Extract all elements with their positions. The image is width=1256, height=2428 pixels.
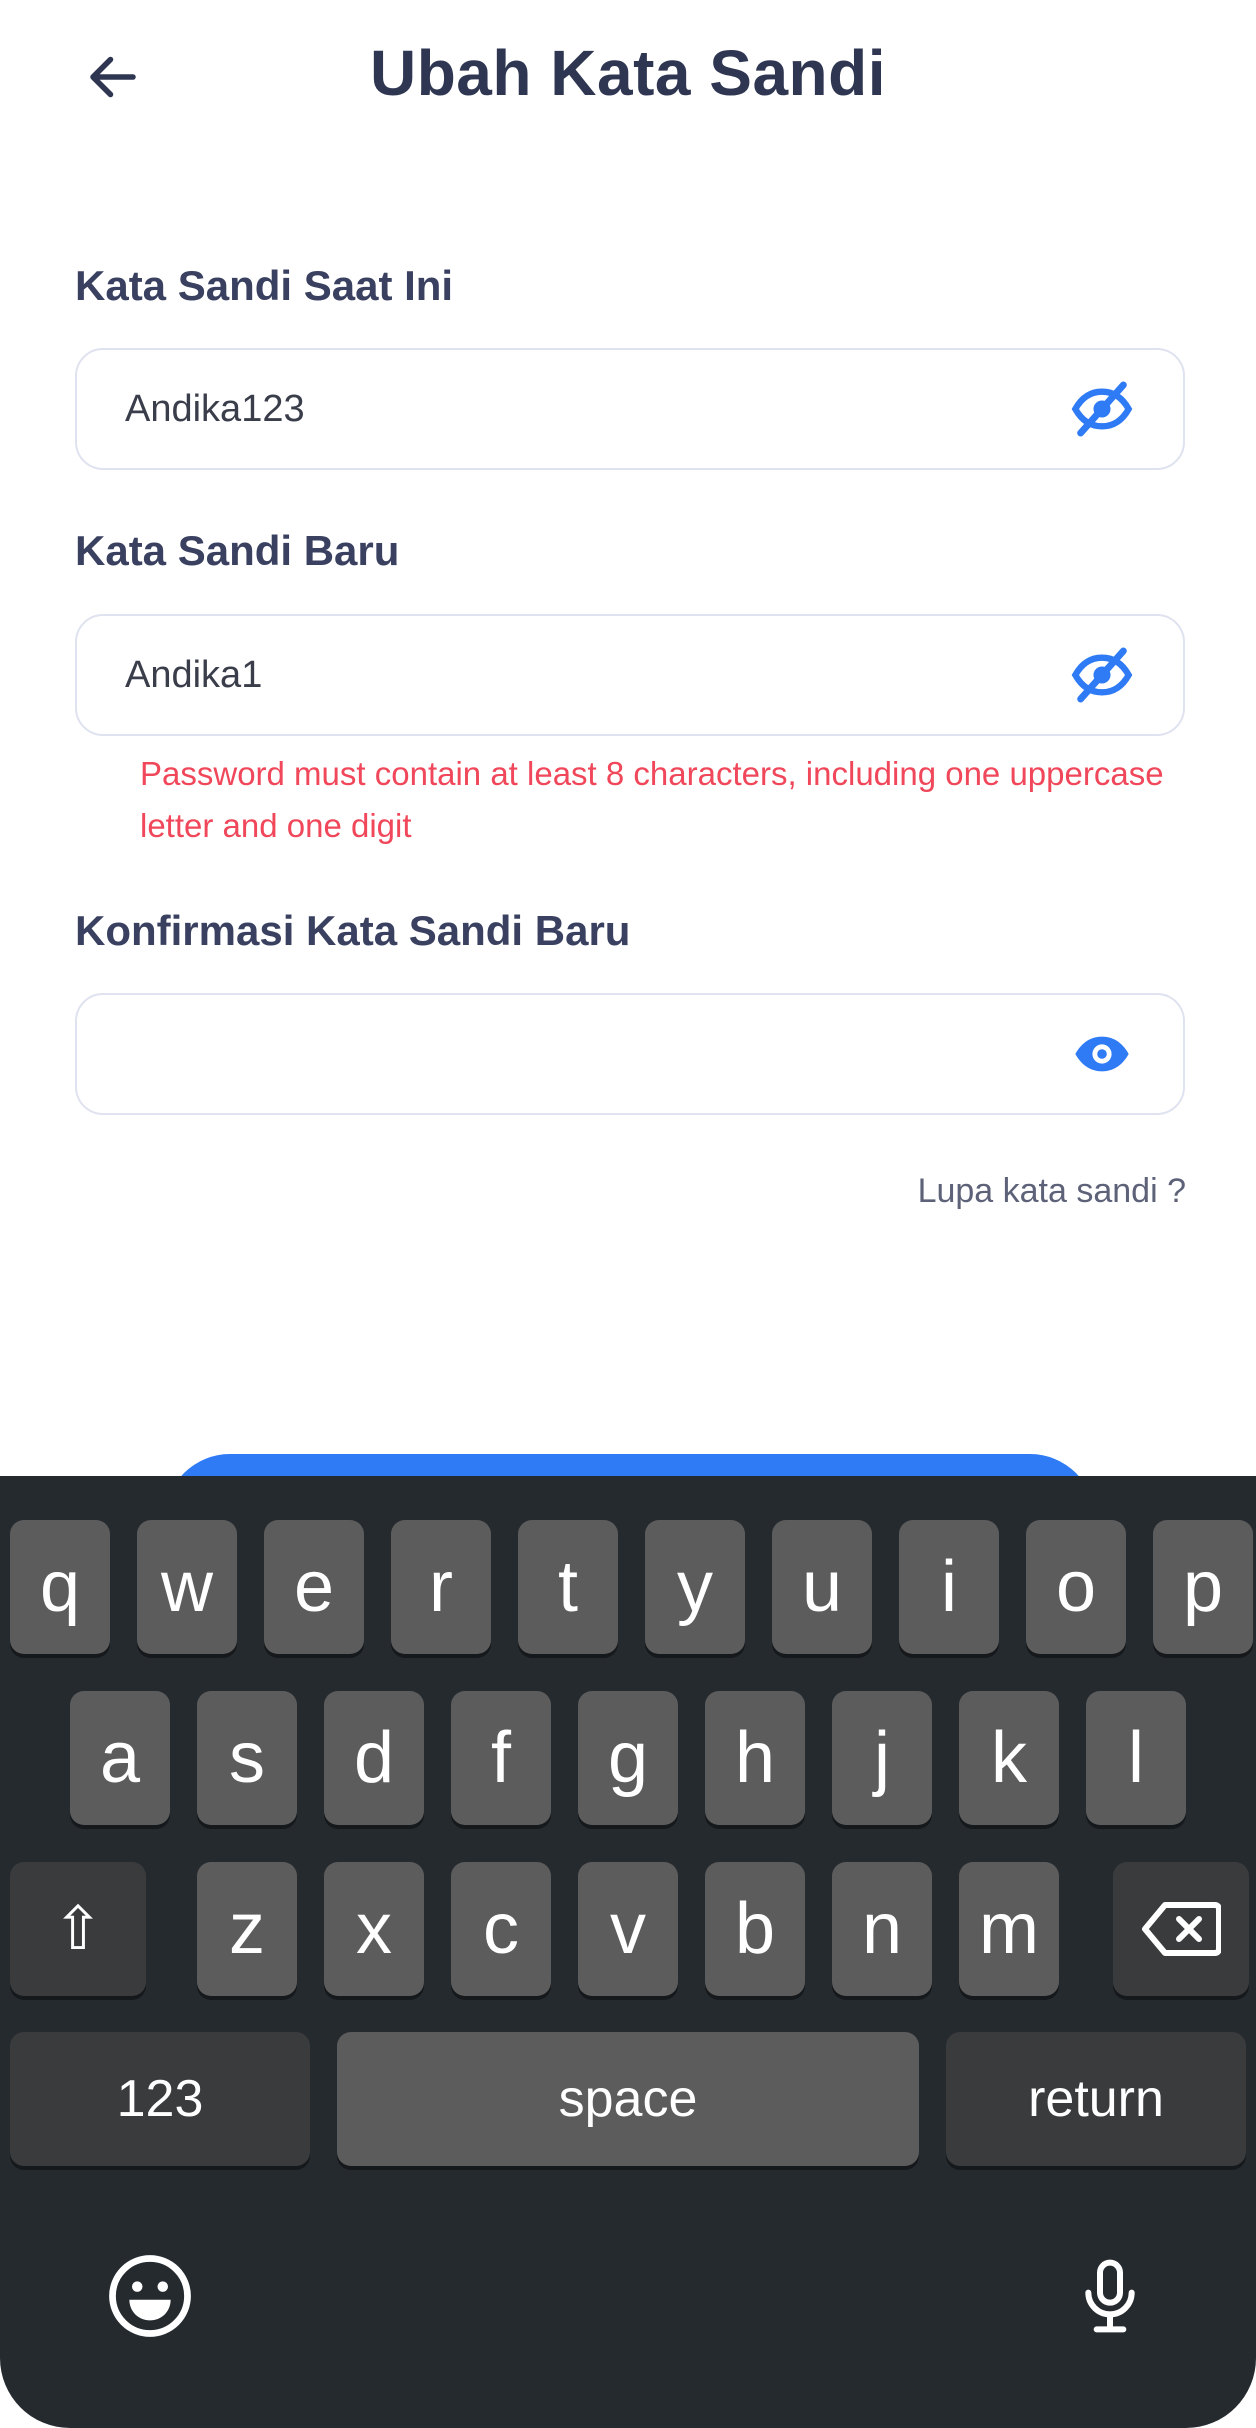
key-d[interactable]: d bbox=[324, 1691, 424, 1825]
new-password-error: Password must contain at least 8 charact… bbox=[140, 755, 1164, 844]
on-screen-keyboard: qwertyuiop asdfghjkl zxcvbnm ⇧ 123 space… bbox=[0, 1476, 1256, 2428]
key-o[interactable]: o bbox=[1026, 1520, 1126, 1654]
key-v[interactable]: v bbox=[578, 1862, 678, 1996]
key-k[interactable]: k bbox=[959, 1691, 1059, 1825]
emoji-button[interactable] bbox=[100, 2246, 200, 2346]
key-j[interactable]: j bbox=[832, 1691, 932, 1825]
toggle-new-visibility-button[interactable] bbox=[1067, 640, 1137, 710]
confirm-password-input[interactable] bbox=[77, 995, 977, 1113]
key-t[interactable]: t bbox=[518, 1520, 618, 1654]
key-n[interactable]: n bbox=[832, 1862, 932, 1996]
eye-off-icon bbox=[1071, 647, 1133, 703]
key-f[interactable]: f bbox=[451, 1691, 551, 1825]
key-l[interactable]: l bbox=[1086, 1691, 1186, 1825]
key-w[interactable]: w bbox=[137, 1520, 237, 1654]
key-z[interactable]: z bbox=[197, 1862, 297, 1996]
backspace-key[interactable] bbox=[1113, 1862, 1249, 1996]
backspace-icon bbox=[1142, 1902, 1221, 1956]
space-key[interactable]: space bbox=[337, 2032, 919, 2166]
confirm-password-field[interactable] bbox=[75, 993, 1185, 1115]
change-password-screen: Ubah Kata Sandi Kata Sandi Saat Ini Kata… bbox=[0, 0, 1256, 2428]
key-h[interactable]: h bbox=[705, 1691, 805, 1825]
key-r[interactable]: r bbox=[391, 1520, 491, 1654]
new-password-input[interactable] bbox=[77, 616, 977, 734]
return-key[interactable]: return bbox=[946, 2032, 1246, 2166]
current-password-label: Kata Sandi Saat Ini bbox=[75, 262, 454, 309]
shift-icon: ⇧ bbox=[52, 1895, 104, 1962]
key-a[interactable]: a bbox=[70, 1691, 170, 1825]
microphone-icon bbox=[1085, 2259, 1135, 2333]
key-x[interactable]: x bbox=[324, 1862, 424, 1996]
key-m[interactable]: m bbox=[959, 1862, 1059, 1996]
shift-key[interactable]: ⇧ bbox=[10, 1862, 146, 1996]
key-e[interactable]: e bbox=[264, 1520, 364, 1654]
toggle-current-visibility-button[interactable] bbox=[1067, 374, 1137, 444]
microphone-button[interactable] bbox=[1060, 2246, 1160, 2346]
forgot-password-link[interactable]: Lupa kata sandi ? bbox=[918, 1172, 1186, 1211]
current-password-field[interactable] bbox=[75, 348, 1185, 470]
new-password-label: Kata Sandi Baru bbox=[75, 527, 400, 574]
confirm-password-label: Konfirmasi Kata Sandi Baru bbox=[75, 907, 631, 954]
key-s[interactable]: s bbox=[197, 1691, 297, 1825]
key-q[interactable]: q bbox=[10, 1520, 110, 1654]
key-p[interactable]: p bbox=[1153, 1520, 1253, 1654]
page-title: Ubah Kata Sandi bbox=[369, 37, 887, 109]
key-g[interactable]: g bbox=[578, 1691, 678, 1825]
key-i[interactable]: i bbox=[899, 1520, 999, 1654]
key-b[interactable]: b bbox=[705, 1862, 805, 1996]
numbers-key[interactable]: 123 bbox=[10, 2032, 310, 2166]
key-c[interactable]: c bbox=[451, 1862, 551, 1996]
key-y[interactable]: y bbox=[645, 1520, 745, 1654]
toggle-confirm-visibility-button[interactable] bbox=[1067, 1019, 1137, 1089]
eye-off-icon bbox=[1071, 381, 1133, 437]
eye-icon bbox=[1075, 1036, 1129, 1072]
key-u[interactable]: u bbox=[772, 1520, 872, 1654]
emoji-icon bbox=[109, 2255, 191, 2337]
new-password-field[interactable] bbox=[75, 614, 1185, 736]
current-password-input[interactable] bbox=[77, 350, 977, 468]
